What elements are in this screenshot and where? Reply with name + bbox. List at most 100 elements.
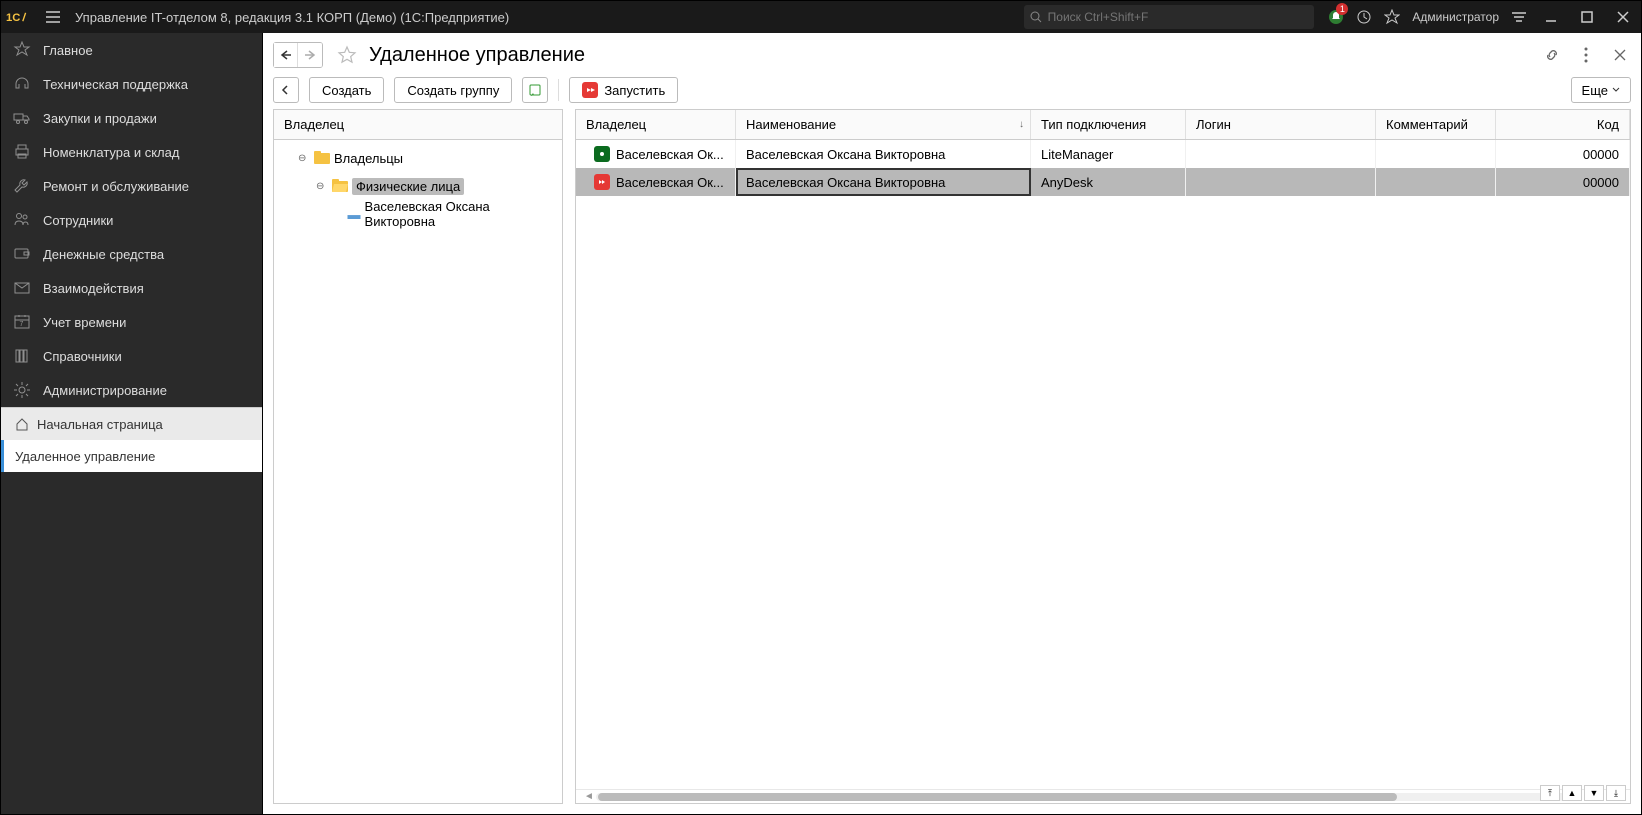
scroll-left-icon[interactable]: ◄ (582, 791, 596, 802)
folder-icon (314, 151, 330, 165)
printer-icon (13, 143, 31, 161)
sidebar-item-label: Учет времени (43, 315, 126, 330)
nav-first-button[interactable]: ⤒ (1540, 785, 1560, 801)
sidebar: Главное Техническая поддержка Закупки и пр… (1, 33, 263, 814)
sort-indicator-icon: ↓ (1019, 119, 1024, 130)
owner-tree[interactable]: ⊖ Владельцы ⊖ Физические лица ▬ (274, 140, 562, 803)
sidebar-item-6[interactable]: Денежные средства (1, 237, 262, 271)
owner-tree-panel: Владелец ⊖ Владельцы ⊖ Физические лица (273, 109, 563, 804)
favorite-star-icon[interactable] (335, 43, 359, 67)
link-icon[interactable] (1541, 44, 1563, 66)
sidebar-item-7[interactable]: Взаимодействия (1, 271, 262, 305)
history-button[interactable] (1350, 1, 1378, 33)
cell-conn: AnyDesk (1041, 175, 1093, 190)
collapse-icon[interactable]: ⊖ (316, 181, 328, 192)
app-title: Управление IT-отделом 8, редакция 3.1 КО… (67, 10, 517, 25)
content-area: Удаленное управление Создать Создать гру… (263, 33, 1641, 814)
open-pages-panel: Начальная страница Удаленное управление (1, 407, 262, 472)
cell-name: Васелевская Оксана Викторовна (746, 147, 945, 162)
minimize-button[interactable] (1533, 1, 1569, 33)
favorites-button[interactable] (1378, 1, 1406, 33)
settings-menu-button[interactable] (1505, 1, 1533, 33)
table-row[interactable]: Васелевская Ок...Васелевская Оксана Викт… (576, 168, 1630, 196)
folder-open-icon (332, 179, 348, 193)
nav-back-button[interactable] (274, 43, 298, 67)
svg-text:7: 7 (20, 321, 24, 328)
sidebar-item-8[interactable]: 7 Учет времени (1, 305, 262, 339)
titlebar: 1C Управление IT-отделом 8, редакция 3.1… (1, 1, 1641, 33)
tree-leaf-label: Васелевская Оксана Викторовна (365, 199, 556, 229)
page-menu-button[interactable] (1575, 44, 1597, 66)
close-button[interactable] (1605, 1, 1641, 33)
horizontal-scrollbar[interactable]: ◄ ► ⤒ ▲ ▼ ⤓ (576, 789, 1630, 803)
home-page-label: Начальная страница (37, 417, 163, 432)
tree-group[interactable]: ⊖ Физические лица (274, 172, 562, 200)
star-icon (13, 41, 31, 59)
sidebar-item-label: Денежные средства (43, 247, 164, 262)
table-body[interactable]: Васелевская Ок...Васелевская Оксана Викт… (576, 140, 1630, 789)
user-label[interactable]: Администратор (1406, 10, 1505, 24)
sidebar-item-0[interactable]: Главное (1, 33, 262, 67)
refresh-button[interactable] (522, 77, 548, 103)
sidebar-item-2[interactable]: Закупки и продажи (1, 101, 262, 135)
scroll-thumb[interactable] (598, 793, 1397, 801)
truck-icon (13, 109, 31, 127)
more-button[interactable]: Еще (1571, 77, 1631, 103)
nav-down-button[interactable]: ▼ (1584, 785, 1604, 801)
nav-last-button[interactable]: ⤓ (1606, 785, 1626, 801)
create-button[interactable]: Создать (309, 77, 384, 103)
wallet-icon (13, 245, 31, 263)
table-nav-footer: ⤒ ▲ ▼ ⤓ (1540, 785, 1626, 801)
tree-leaf[interactable]: ▬ Васелевская Оксана Викторовна (274, 200, 562, 228)
sidebar-item-label: Техническая поддержка (43, 77, 188, 92)
sidebar-item-3[interactable]: Номенклатура и склад (1, 135, 262, 169)
table-row[interactable]: Васелевская Ок...Васелевская Оксана Викт… (576, 140, 1630, 168)
table-header: Владелец Наименование↓ Тип подключения Л… (576, 110, 1630, 140)
sidebar-item-5[interactable]: Сотрудники (1, 203, 262, 237)
notifications-button[interactable]: 1 (1322, 1, 1350, 33)
global-search[interactable] (1024, 5, 1314, 29)
launch-icon (582, 82, 598, 98)
launch-button[interactable]: Запустить (569, 77, 678, 103)
gear-icon (13, 381, 31, 399)
collapse-groups-button[interactable] (273, 77, 299, 103)
sidebar-item-4[interactable]: Ремонт и обслуживание (1, 169, 262, 203)
books-icon (13, 347, 31, 365)
tree-group-label: Физические лица (352, 178, 464, 195)
sidebar-item-label: Справочники (43, 349, 122, 364)
sidebar-item-label: Ремонт и обслуживание (43, 179, 189, 194)
envelope-icon (13, 279, 31, 297)
th-owner[interactable]: Владелец (576, 110, 736, 139)
sidebar-item-label: Администрирование (43, 383, 167, 398)
collapse-icon[interactable]: ⊖ (298, 153, 310, 164)
active-page-link[interactable]: Удаленное управление (1, 440, 262, 472)
sidebar-item-label: Номенклатура и склад (43, 145, 179, 160)
cell-code: 00000 (1583, 175, 1619, 190)
tree-root[interactable]: ⊖ Владельцы (274, 144, 562, 172)
th-login[interactable]: Логин (1186, 110, 1376, 139)
sidebar-item-label: Закупки и продажи (43, 111, 157, 126)
toolbar-separator (558, 79, 559, 101)
page-header: Удаленное управление (263, 33, 1641, 71)
calendar-icon: 7 (13, 313, 31, 331)
sidebar-item-9[interactable]: Справочники (1, 339, 262, 373)
nav-up-button[interactable]: ▲ (1562, 785, 1582, 801)
tree-header: Владелец (274, 110, 562, 140)
sidebar-item-label: Главное (43, 43, 93, 58)
th-name[interactable]: Наименование↓ (736, 110, 1031, 139)
cell-conn: LiteManager (1041, 147, 1113, 162)
th-conn[interactable]: Тип подключения (1031, 110, 1186, 139)
page-close-button[interactable] (1609, 44, 1631, 66)
home-page-link[interactable]: Начальная страница (1, 408, 262, 440)
sidebar-item-label: Взаимодействия (43, 281, 144, 296)
connection-type-icon (594, 146, 610, 162)
th-code[interactable]: Код (1496, 110, 1630, 139)
sidebar-item-1[interactable]: Техническая поддержка (1, 67, 262, 101)
th-comment[interactable]: Комментарий (1376, 110, 1496, 139)
maximize-button[interactable] (1569, 1, 1605, 33)
global-search-input[interactable] (1048, 10, 1309, 24)
headset-icon (13, 75, 31, 93)
main-menu-button[interactable] (39, 1, 67, 33)
sidebar-item-10[interactable]: Администрирование (1, 373, 262, 407)
create-group-button[interactable]: Создать группу (394, 77, 512, 103)
